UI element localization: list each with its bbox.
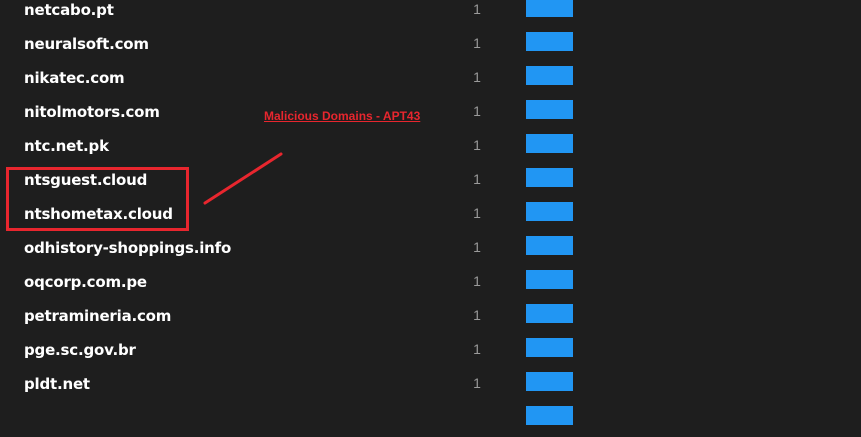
count-bar (526, 202, 573, 221)
list-item (0, 403, 861, 437)
count-bar (526, 0, 573, 17)
list-item: netcabo.pt 1 (0, 0, 861, 29)
count-bar (526, 236, 573, 255)
list-item: nikatec.com 1 (0, 63, 861, 97)
count-bar (526, 66, 573, 85)
domain-count: 1 (473, 69, 481, 85)
domain-name: neuralsoft.com (24, 35, 149, 53)
domain-name: nikatec.com (24, 69, 125, 87)
count-bar (526, 32, 573, 51)
domain-count: 1 (473, 1, 481, 17)
domain-name: netcabo.pt (24, 1, 114, 19)
count-bar (526, 338, 573, 357)
domain-count: 1 (473, 137, 481, 153)
domain-name: odhistory-shoppings.info (24, 239, 232, 257)
domain-name: pge.sc.gov.br (24, 341, 136, 359)
list-item: oqcorp.com.pe 1 (0, 267, 861, 301)
domain-count: 1 (473, 307, 481, 323)
domain-count: 1 (473, 239, 481, 255)
annotation-highlight-box (6, 167, 189, 231)
list-item: odhistory-shoppings.info 1 (0, 233, 861, 267)
domain-count: 1 (473, 35, 481, 51)
count-bar (526, 270, 573, 289)
count-bar (526, 406, 573, 425)
list-item: petramineria.com 1 (0, 301, 861, 335)
count-bar (526, 134, 573, 153)
domain-count: 1 (473, 341, 481, 357)
domain-count: 1 (473, 103, 481, 119)
list-item: neuralsoft.com 1 (0, 29, 861, 63)
count-bar (526, 372, 573, 391)
list-item: nitolmotors.com 1 (0, 97, 861, 131)
domain-name: oqcorp.com.pe (24, 273, 147, 291)
list-item: pge.sc.gov.br 1 (0, 335, 861, 369)
domain-count: 1 (473, 273, 481, 289)
domain-name: pldt.net (24, 375, 90, 393)
domain-name: ntc.net.pk (24, 137, 109, 155)
count-bar (526, 100, 573, 119)
count-bar (526, 304, 573, 323)
domain-name: nitolmotors.com (24, 103, 160, 121)
domain-count: 1 (473, 205, 481, 221)
domain-count: 1 (473, 375, 481, 391)
list-item: pldt.net 1 (0, 369, 861, 403)
domain-count: 1 (473, 171, 481, 187)
count-bar (526, 168, 573, 187)
annotation-label: Malicious Domains - APT43 (264, 109, 421, 123)
domain-name: petramineria.com (24, 307, 172, 325)
list-item: ntc.net.pk 1 (0, 131, 861, 165)
